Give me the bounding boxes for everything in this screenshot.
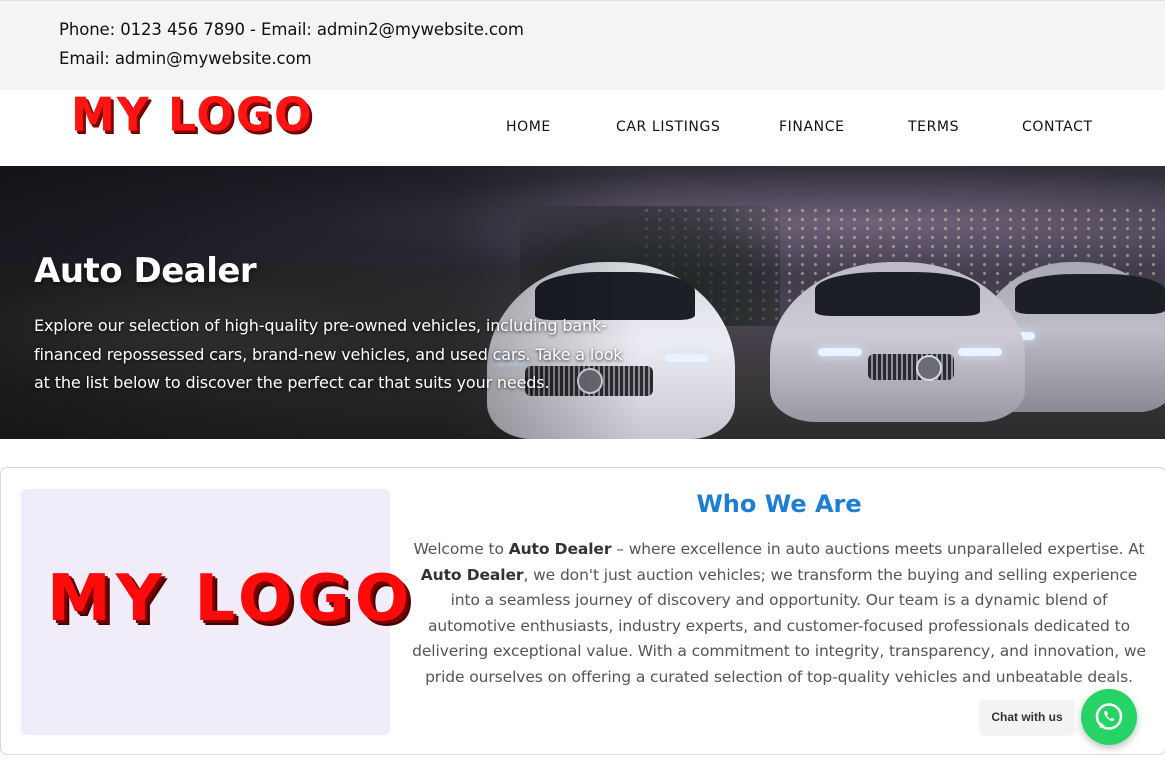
site-logo[interactable]: MY LOGO — [71, 92, 313, 139]
whatsapp-icon — [1095, 703, 1123, 730]
nav-contact[interactable]: CONTACT — [1022, 119, 1093, 135]
about-logo-panel: MY LOGO — [21, 489, 409, 735]
contact-bar: Phone: 0123 456 7890 - Email: admin2@myw… — [0, 0, 1165, 90]
about-description: Welcome to Auto Dealer – where excellenc… — [411, 537, 1147, 691]
about-brand-name: Auto Dealer — [508, 540, 612, 558]
site-header: MY LOGO HOME CAR LISTINGS FINANCE TERMS … — [0, 90, 1165, 166]
contact-email: Email: admin@mywebsite.com — [59, 49, 312, 68]
about-text-part: , we don't just auction vehicles; we tra… — [412, 565, 1146, 686]
nav-home[interactable]: HOME — [506, 119, 551, 135]
hero-overlay — [0, 166, 640, 439]
about-title: Who We Are — [696, 490, 862, 518]
chat-label[interactable]: Chat with us — [980, 700, 1074, 734]
about-brand-name: Auto Dealer — [420, 565, 524, 584]
about-text-part: – where excellence in auto auctions meet… — [611, 540, 1145, 558]
nav-car-listings[interactable]: CAR LISTINGS — [616, 119, 720, 135]
whatsapp-chat-button[interactable] — [1081, 689, 1137, 745]
about-text-part: Welcome to — [413, 540, 509, 558]
hero-banner: Auto Dealer Explore our selection of hig… — [0, 166, 1165, 439]
hero-description: Explore our selection of high-quality pr… — [34, 316, 623, 392]
nav-terms[interactable]: TERMS — [908, 119, 959, 135]
nav-finance[interactable]: FINANCE — [779, 119, 845, 135]
hero-title: Auto Dealer — [34, 251, 257, 291]
about-logo: MY LOGO — [47, 562, 415, 636]
contact-phone-email: Phone: 0123 456 7890 - Email: admin2@myw… — [59, 20, 524, 39]
